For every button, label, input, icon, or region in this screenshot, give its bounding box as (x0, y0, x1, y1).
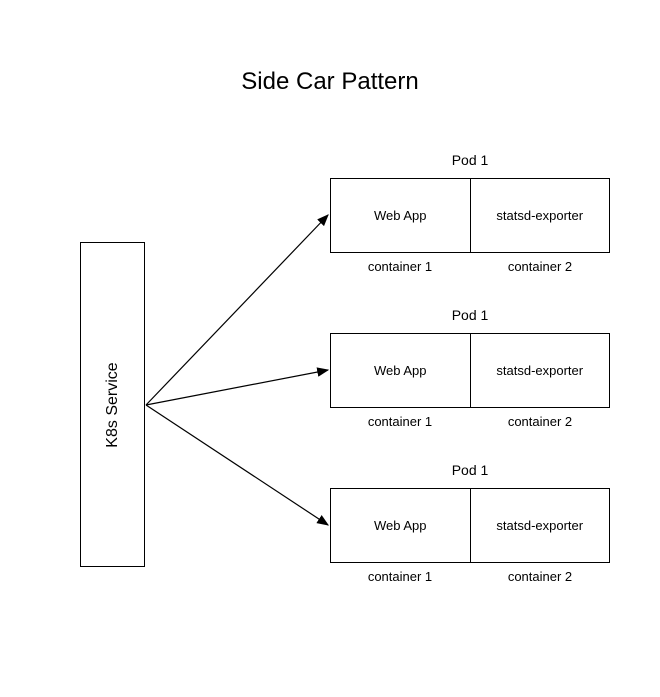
pod-title: Pod 1 (330, 152, 610, 168)
container-2-box: statsd-exporter (471, 178, 611, 253)
container-1-box: Web App (330, 488, 471, 563)
container-2-label: container 2 (470, 569, 610, 584)
container-2-label: container 2 (470, 414, 610, 429)
k8s-service-box: K8s Service (80, 242, 145, 567)
diagram-title: Side Car Pattern (241, 68, 418, 96)
pod-group-2: Pod 1 Web App statsd-exporter container … (330, 307, 610, 429)
container-2-box: statsd-exporter (471, 488, 611, 563)
pod-group-3: Pod 1 Web App statsd-exporter container … (330, 462, 610, 584)
container-labels: container 1 container 2 (330, 259, 610, 274)
container-2-label: container 2 (470, 259, 610, 274)
container-1-box: Web App (330, 178, 471, 253)
container-1-label: container 1 (330, 569, 470, 584)
arrow-to-pod-1 (146, 215, 328, 405)
k8s-service-label: K8s Service (104, 362, 122, 447)
pod-row: Web App statsd-exporter (330, 488, 610, 563)
container-1-box: Web App (330, 333, 471, 408)
pod-title: Pod 1 (330, 462, 610, 478)
container-labels: container 1 container 2 (330, 414, 610, 429)
pod-row: Web App statsd-exporter (330, 333, 610, 408)
pod-title: Pod 1 (330, 307, 610, 323)
container-1-label: container 1 (330, 259, 470, 274)
pod-row: Web App statsd-exporter (330, 178, 610, 253)
container-labels: container 1 container 2 (330, 569, 610, 584)
arrow-to-pod-3 (146, 405, 328, 525)
pod-group-1: Pod 1 Web App statsd-exporter container … (330, 152, 610, 274)
container-1-label: container 1 (330, 414, 470, 429)
container-2-box: statsd-exporter (471, 333, 611, 408)
arrow-to-pod-2 (146, 370, 328, 405)
